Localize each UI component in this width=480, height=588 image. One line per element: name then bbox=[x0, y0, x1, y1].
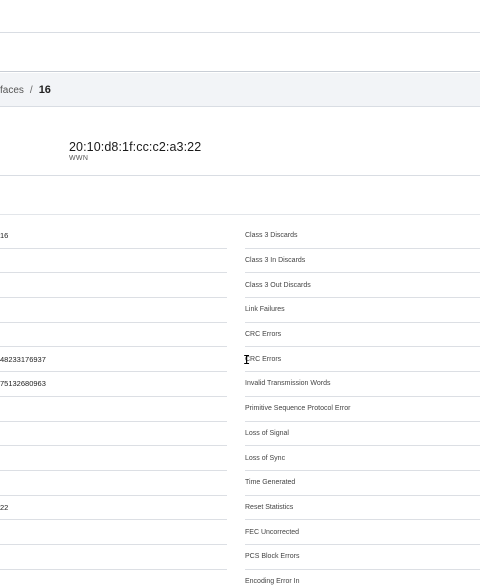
statistic-row: FEC Uncorrected bbox=[245, 520, 480, 545]
statistic-label: Class 3 Discards bbox=[245, 232, 298, 240]
statistic-label: Encoding Error In bbox=[245, 578, 300, 586]
statistic-row: Reset Statistics bbox=[245, 496, 480, 521]
statistic-label: PCS Block Errors bbox=[245, 553, 300, 561]
top-navigation-bar bbox=[0, 0, 480, 33]
statistic-row: Encoding Error In bbox=[245, 570, 480, 588]
property-row: 16 bbox=[0, 224, 227, 249]
statistic-label: Loss of Signal bbox=[245, 429, 289, 437]
property-row bbox=[0, 520, 227, 545]
statistic-label: Reset Statistics bbox=[245, 503, 294, 511]
statistic-row: Invalid Transmission Words bbox=[245, 372, 480, 397]
statistic-row: Loss of Sync bbox=[245, 446, 480, 471]
port-statistics-list: Class 3 Discards Class 3 In Discards Class… bbox=[245, 224, 480, 588]
statistic-row: Primitive Sequence Protocol Error bbox=[245, 397, 480, 422]
statistic-label: Invalid Transmission Words bbox=[245, 380, 331, 388]
property-row bbox=[0, 249, 227, 274]
property-value: 75132680963 bbox=[0, 379, 46, 389]
property-row bbox=[0, 570, 227, 588]
statistic-label: Loss of Sync bbox=[245, 454, 286, 462]
statistic-label: Link Failures bbox=[245, 306, 285, 314]
property-row bbox=[0, 446, 227, 471]
property-row bbox=[0, 545, 227, 570]
wwn-label: WWN bbox=[69, 155, 89, 162]
property-value: 16 bbox=[0, 231, 9, 241]
statistic-label: Time Generated bbox=[245, 479, 296, 487]
wwn-value: 20:10:d8:1f:cc:c2:a3:22 bbox=[69, 140, 202, 154]
statistic-row: Loss of Signal bbox=[245, 422, 480, 447]
property-value: 48233176937 bbox=[0, 354, 46, 364]
statistic-row: CRC Errors bbox=[245, 347, 480, 373]
statistic-row: Link Failures bbox=[245, 298, 480, 323]
port-properties-list: 16 48233176937 75132680963 22 bbox=[0, 224, 227, 588]
statistic-label: Primitive Sequence Protocol Error bbox=[245, 405, 351, 413]
breadcrumb-separator: / bbox=[29, 85, 33, 96]
statistic-row: CRC Errors bbox=[245, 323, 480, 348]
section-header bbox=[0, 177, 480, 215]
property-row: 48233176937 bbox=[0, 347, 227, 373]
statistic-row: Class 3 In Discards bbox=[245, 249, 480, 274]
statistic-label: CRC Errors bbox=[245, 355, 282, 363]
breadcrumb: faces / 16 bbox=[0, 84, 51, 96]
property-row bbox=[0, 397, 227, 422]
statistic-row: Time Generated bbox=[245, 471, 480, 496]
text-cursor-icon: I bbox=[243, 353, 251, 367]
property-row: 22 bbox=[0, 496, 227, 521]
property-row: 75132680963 bbox=[0, 372, 227, 397]
statistic-label: FEC Uncorrected bbox=[245, 528, 300, 536]
breadcrumb-current: 16 bbox=[38, 84, 51, 96]
property-row bbox=[0, 471, 227, 496]
statistic-row: Class 3 Out Discards bbox=[245, 273, 480, 299]
port-detail-page: faces / 16 20:10:d8:1f:cc:c2:a3:22 WWN 16 4… bbox=[0, 0, 480, 588]
breadcrumb-bar: faces / 16 bbox=[0, 73, 480, 107]
breadcrumb-parent-link[interactable]: faces bbox=[0, 85, 24, 96]
statistic-label: Class 3 Out Discards bbox=[245, 281, 311, 289]
statistic-label: CRC Errors bbox=[245, 331, 282, 339]
property-row bbox=[0, 273, 227, 299]
property-row bbox=[0, 323, 227, 348]
secondary-toolbar bbox=[0, 34, 480, 72]
property-value: 22 bbox=[0, 502, 9, 512]
property-row bbox=[0, 298, 227, 323]
statistic-row: Class 3 Discards bbox=[245, 224, 480, 249]
property-row bbox=[0, 422, 227, 447]
statistic-label: Class 3 In Discards bbox=[245, 257, 306, 265]
statistic-row: PCS Block Errors bbox=[245, 545, 480, 570]
